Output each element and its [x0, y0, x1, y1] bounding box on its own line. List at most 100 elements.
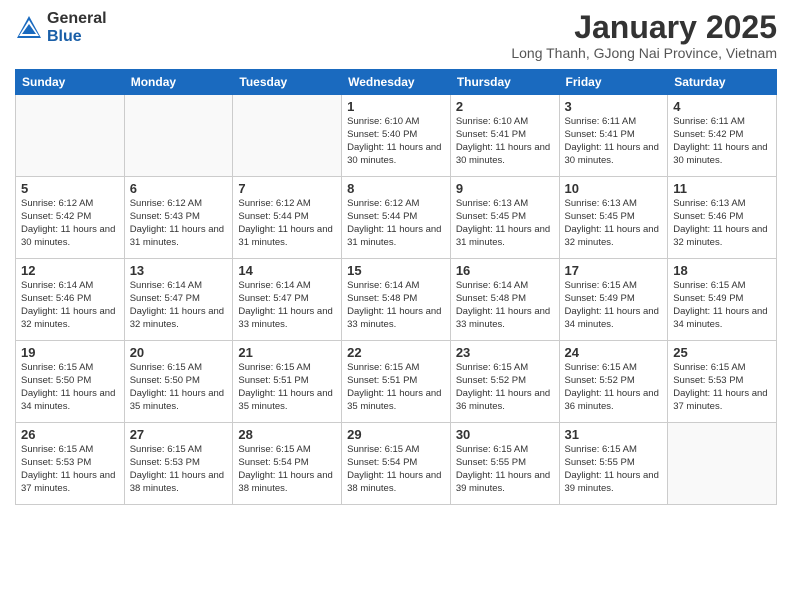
- day-number: 29: [347, 427, 445, 442]
- day-info: Sunrise: 6:15 AMSunset: 5:55 PMDaylight:…: [565, 444, 663, 495]
- day-number: 14: [238, 263, 336, 278]
- table-row: 12Sunrise: 6:14 AMSunset: 5:46 PMDayligh…: [16, 259, 125, 341]
- table-row: 22 Sunrise: 6:15 AMSunset: 5:51 PMDayligh…: [342, 341, 451, 423]
- day-number: 17: [565, 263, 663, 278]
- location: Long Thanh, GJong Nai Province, Vietnam: [511, 45, 777, 61]
- col-tuesday: Tuesday: [233, 70, 342, 95]
- day-info: Sunrise: 6:10 AMSunset: 5:40 PMDaylight:…: [347, 116, 445, 167]
- table-row: 2 Sunrise: 6:10 AMSunset: 5:41 PMDaylight…: [450, 95, 559, 177]
- day-info: Sunrise: 6:15 AMSunset: 5:49 PMDaylight:…: [673, 280, 771, 331]
- day-number: 10: [565, 181, 663, 196]
- logo: General Blue: [15, 10, 107, 45]
- day-number: 19: [21, 345, 119, 360]
- table-row: 8 Sunrise: 6:12 AMSunset: 5:44 PMDaylight…: [342, 177, 451, 259]
- col-friday: Friday: [559, 70, 668, 95]
- table-row: 27 Sunrise: 6:15 AMSunset: 5:53 PMDayligh…: [124, 423, 233, 505]
- calendar-week-row: 5 Sunrise: 6:12 AMSunset: 5:42 PMDaylight…: [16, 177, 777, 259]
- table-row: 3 Sunrise: 6:11 AMSunset: 5:41 PMDaylight…: [559, 95, 668, 177]
- table-row: 21Sunrise: 6:15 AMSunset: 5:51 PMDayligh…: [233, 341, 342, 423]
- table-row: 16 Sunrise: 6:14 AMSunset: 5:48 PMDayligh…: [450, 259, 559, 341]
- day-number: 11: [673, 181, 771, 196]
- logo-icon: [15, 14, 43, 42]
- day-number: 27: [130, 427, 228, 442]
- day-number: 25: [673, 345, 771, 360]
- day-number: 18: [673, 263, 771, 278]
- day-number: 13: [130, 263, 228, 278]
- table-row: 6 Sunrise: 6:12 AMSunset: 5:43 PMDaylight…: [124, 177, 233, 259]
- table-row: 29Sunrise: 6:15 AMSunset: 5:54 PMDayligh…: [342, 423, 451, 505]
- table-row: 7 Sunrise: 6:12 AMSunset: 5:44 PMDaylight…: [233, 177, 342, 259]
- day-number: 4: [673, 99, 771, 114]
- table-row: 13 Sunrise: 6:14 AMSunset: 5:47 PMDayligh…: [124, 259, 233, 341]
- table-row: 14Sunrise: 6:14 AMSunset: 5:47 PMDayligh…: [233, 259, 342, 341]
- day-info: Sunrise: 6:15 AMSunset: 5:53 PMDaylight:…: [130, 444, 228, 495]
- table-row: [233, 95, 342, 177]
- col-monday: Monday: [124, 70, 233, 95]
- month-title: January 2025: [511, 10, 777, 45]
- day-info: Sunrise: 6:15 AMSunset: 5:50 PMDaylight:…: [130, 362, 228, 413]
- day-number: 3: [565, 99, 663, 114]
- table-row: 23 Sunrise: 6:15 AMSunset: 5:52 PMDayligh…: [450, 341, 559, 423]
- day-info: Sunrise: 6:15 AMSunset: 5:54 PMDaylight:…: [238, 444, 336, 495]
- header: General Blue January 2025 Long Thanh, GJ…: [15, 10, 777, 61]
- day-info: Sunrise: 6:15 AMSunset: 5:55 PMDaylight:…: [456, 444, 554, 495]
- calendar: Sunday Monday Tuesday Wednesday Thursday…: [15, 69, 777, 505]
- day-info: Sunrise: 6:14 AMSunset: 5:48 PMDaylight:…: [456, 280, 554, 331]
- calendar-week-row: 1 Sunrise: 6:10 AMSunset: 5:40 PMDaylight…: [16, 95, 777, 177]
- logo-text: General Blue: [47, 10, 107, 45]
- day-number: 31: [565, 427, 663, 442]
- day-number: 1: [347, 99, 445, 114]
- day-number: 9: [456, 181, 554, 196]
- day-number: 23: [456, 345, 554, 360]
- day-number: 21: [238, 345, 336, 360]
- col-sunday: Sunday: [16, 70, 125, 95]
- day-number: 15: [347, 263, 445, 278]
- day-info: Sunrise: 6:15 AMSunset: 5:50 PMDaylight:…: [21, 362, 119, 413]
- day-number: 5: [21, 181, 119, 196]
- table-row: 15 Sunrise: 6:14 AMSunset: 5:48 PMDayligh…: [342, 259, 451, 341]
- day-info: Sunrise: 6:15 AMSunset: 5:52 PMDaylight:…: [456, 362, 554, 413]
- page: General Blue January 2025 Long Thanh, GJ…: [0, 0, 792, 612]
- day-info: Sunrise: 6:15 AMSunset: 5:53 PMDaylight:…: [673, 362, 771, 413]
- table-row: 31 Sunrise: 6:15 AMSunset: 5:55 PMDayligh…: [559, 423, 668, 505]
- day-number: 16: [456, 263, 554, 278]
- day-info: Sunrise: 6:13 AMSunset: 5:46 PMDaylight:…: [673, 198, 771, 249]
- day-number: 28: [238, 427, 336, 442]
- day-number: 2: [456, 99, 554, 114]
- day-info: Sunrise: 6:14 AMSunset: 5:46 PMDaylight:…: [21, 280, 119, 331]
- day-info: Sunrise: 6:12 AMSunset: 5:43 PMDaylight:…: [130, 198, 228, 249]
- day-info: Sunrise: 6:14 AMSunset: 5:48 PMDaylight:…: [347, 280, 445, 331]
- day-info: Sunrise: 6:10 AMSunset: 5:41 PMDaylight:…: [456, 116, 554, 167]
- day-info: Sunrise: 6:12 AMSunset: 5:44 PMDaylight:…: [347, 198, 445, 249]
- col-thursday: Thursday: [450, 70, 559, 95]
- table-row: 30Sunrise: 6:15 AMSunset: 5:55 PMDayligh…: [450, 423, 559, 505]
- table-row: 18 Sunrise: 6:15 AMSunset: 5:49 PMDayligh…: [668, 259, 777, 341]
- day-number: 20: [130, 345, 228, 360]
- table-row: 28 Sunrise: 6:15 AMSunset: 5:54 PMDayligh…: [233, 423, 342, 505]
- logo-blue: Blue: [47, 28, 107, 46]
- day-number: 22: [347, 345, 445, 360]
- table-row: 17 Sunrise: 6:15 AMSunset: 5:49 PMDayligh…: [559, 259, 668, 341]
- day-info: Sunrise: 6:12 AMSunset: 5:42 PMDaylight:…: [21, 198, 119, 249]
- col-saturday: Saturday: [668, 70, 777, 95]
- table-row: 24Sunrise: 6:15 AMSunset: 5:52 PMDayligh…: [559, 341, 668, 423]
- calendar-week-row: 12Sunrise: 6:14 AMSunset: 5:46 PMDayligh…: [16, 259, 777, 341]
- table-row: 26Sunrise: 6:15 AMSunset: 5:53 PMDayligh…: [16, 423, 125, 505]
- day-number: 26: [21, 427, 119, 442]
- table-row: 20 Sunrise: 6:15 AMSunset: 5:50 PMDayligh…: [124, 341, 233, 423]
- calendar-week-row: 26 Sunrise: 6:15 AMSunset: 5:53 PMDayligh…: [16, 423, 777, 505]
- day-number: 7: [238, 181, 336, 196]
- day-number: 8: [347, 181, 445, 196]
- logo-general: General: [47, 10, 107, 28]
- table-row: 5 Sunrise: 6:12 AMSunset: 5:42 PMDaylight…: [16, 177, 125, 259]
- day-info: Sunrise: 6:15 AMSunset: 5:51 PMDaylight:…: [347, 362, 445, 413]
- day-info: Sunrise: 6:11 AMSunset: 5:42 PMDaylight:…: [673, 116, 771, 167]
- day-number: 6: [130, 181, 228, 196]
- table-row: [668, 423, 777, 505]
- day-info: Sunrise: 6:11 AMSunset: 5:41 PMDaylight:…: [565, 116, 663, 167]
- day-info: Sunrise: 6:14 AMSunset: 5:47 PMDaylight:…: [130, 280, 228, 331]
- day-info: Sunrise: 6:15 AMSunset: 5:52 PMDaylight:…: [565, 362, 663, 413]
- day-info: Sunrise: 6:12 AMSunset: 5:44 PMDaylight:…: [238, 198, 336, 249]
- day-info: Sunrise: 6:15 AMSunset: 5:49 PMDaylight:…: [565, 280, 663, 331]
- table-row: [124, 95, 233, 177]
